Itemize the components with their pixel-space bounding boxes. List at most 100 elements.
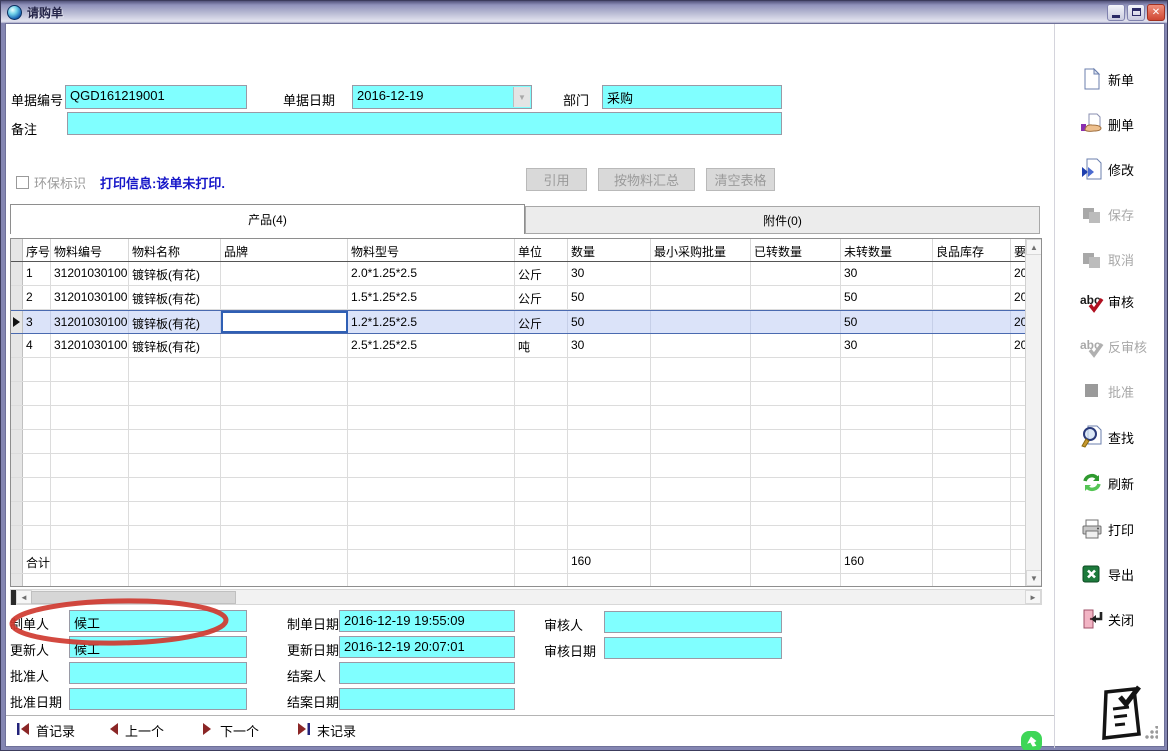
table-cell[interactable] <box>841 430 933 453</box>
table-cell[interactable] <box>651 478 751 501</box>
chevron-down-icon[interactable]: ▼ <box>513 87 530 107</box>
resize-grip[interactable] <box>1144 726 1158 740</box>
close-button[interactable]: ✕ <box>1147 4 1165 21</box>
table-cell[interactable] <box>651 358 751 381</box>
doc-date-combobox[interactable]: 2016-12-19 ▼ <box>352 85 532 109</box>
table-cell[interactable] <box>23 574 51 587</box>
sidebar-button-print[interactable]: 打印 <box>1068 516 1160 542</box>
table-cell[interactable] <box>933 430 1011 453</box>
table-cell[interactable] <box>51 574 129 587</box>
table-cell[interactable] <box>129 550 221 573</box>
row-selector[interactable] <box>11 406 23 429</box>
table-cell[interactable] <box>129 526 221 549</box>
total-qty[interactable]: 160 <box>568 550 651 573</box>
table-cell[interactable] <box>221 262 348 285</box>
table-cell[interactable] <box>515 406 568 429</box>
total-label[interactable]: 合计 <box>23 550 51 573</box>
table-cell[interactable] <box>751 311 841 333</box>
row-selector[interactable] <box>11 478 23 501</box>
table-cell[interactable] <box>751 478 841 501</box>
table-cell[interactable]: 镀锌板(有花) <box>129 311 221 333</box>
table-cell[interactable] <box>568 358 651 381</box>
table-cell[interactable] <box>221 382 348 405</box>
footer-field[interactable] <box>339 662 515 684</box>
column-header[interactable]: 物料型号 <box>348 239 515 261</box>
table-cell[interactable] <box>23 526 51 549</box>
summarize-by-material-button[interactable]: 按物料汇总 <box>598 168 695 191</box>
table-cell[interactable] <box>348 454 515 477</box>
table-cell[interactable]: 2.5*1.25*2.5 <box>348 334 515 357</box>
sidebar-button-export[interactable]: 导出 <box>1068 561 1160 587</box>
table-cell[interactable]: 31201030100 <box>51 334 129 357</box>
table-cell[interactable] <box>841 454 933 477</box>
column-header[interactable]: 最小采购批量 <box>651 239 751 261</box>
scroll-down-icon[interactable]: ▼ <box>1026 570 1042 586</box>
table-vertical-scrollbar[interactable]: ▲ ▼ <box>1025 239 1041 586</box>
table-cell[interactable]: 30 <box>568 334 651 357</box>
table-cell[interactable] <box>751 526 841 549</box>
table-cell[interactable] <box>568 502 651 525</box>
table-cell[interactable] <box>651 574 751 587</box>
table-cell[interactable] <box>933 550 1011 573</box>
table-cell[interactable] <box>23 406 51 429</box>
table-cell[interactable] <box>221 334 348 357</box>
clear-table-button[interactable]: 清空表格 <box>706 168 775 191</box>
table-cell[interactable] <box>751 430 841 453</box>
row-selector[interactable] <box>11 526 23 549</box>
table-cell[interactable]: 2.0*1.25*2.5 <box>348 262 515 285</box>
table-cell[interactable] <box>221 502 348 525</box>
table-cell[interactable]: 公斤 <box>515 311 568 333</box>
table-cell[interactable]: 3 <box>23 311 51 333</box>
table-cell[interactable]: 50 <box>568 286 651 309</box>
table-cell[interactable] <box>751 334 841 357</box>
column-header[interactable]: 物料编号 <box>51 239 129 261</box>
row-selector[interactable] <box>11 574 23 587</box>
scroll-left-icon[interactable]: ◄ <box>16 590 32 604</box>
table-cell[interactable]: 1 <box>23 262 51 285</box>
footer-field[interactable]: 候工 <box>69 610 247 632</box>
table-cell[interactable] <box>933 454 1011 477</box>
column-header[interactable]: 已转数量 <box>751 239 841 261</box>
table-row[interactable]: 331201030100镀锌板(有花)1.2*1.25*2.5公斤5050201… <box>11 310 1041 334</box>
table-cell[interactable] <box>568 430 651 453</box>
footer-field[interactable] <box>604 637 782 659</box>
table-cell[interactable] <box>933 262 1011 285</box>
table-cell[interactable] <box>751 454 841 477</box>
row-selector[interactable] <box>11 550 23 573</box>
table-cell[interactable] <box>221 406 348 429</box>
table-cell[interactable] <box>933 526 1011 549</box>
table-cell[interactable] <box>841 358 933 381</box>
row-selector[interactable] <box>11 382 23 405</box>
table-cell[interactable] <box>751 406 841 429</box>
sidebar-button-new-doc[interactable]: 新单 <box>1068 66 1160 92</box>
table-cell[interactable] <box>651 550 751 573</box>
maximize-button[interactable] <box>1127 4 1145 21</box>
row-selector[interactable] <box>11 334 23 357</box>
table-horizontal-scrollbar[interactable]: ◄ ► <box>10 589 1042 605</box>
sidebar-button-close[interactable]: 关闭 <box>1068 606 1160 632</box>
footer-field[interactable] <box>604 611 782 633</box>
table-cell[interactable] <box>348 550 515 573</box>
tab-products[interactable]: 产品(4) <box>10 204 525 234</box>
column-header[interactable]: 品牌 <box>221 239 348 261</box>
table-cell[interactable] <box>568 382 651 405</box>
table-cell[interactable] <box>651 311 751 333</box>
table-cell[interactable]: 1.5*1.25*2.5 <box>348 286 515 309</box>
table-cell[interactable] <box>23 502 51 525</box>
table-cell[interactable]: 30 <box>841 334 933 357</box>
hscroll-thumb[interactable] <box>31 591 236 604</box>
table-cell[interactable] <box>221 358 348 381</box>
table-cell[interactable]: 30 <box>568 262 651 285</box>
minimize-button[interactable] <box>1107 4 1125 21</box>
table-row[interactable] <box>11 358 1041 382</box>
footer-field[interactable] <box>69 662 247 684</box>
table-cell[interactable] <box>51 454 129 477</box>
table-row[interactable] <box>11 526 1041 550</box>
table-cell[interactable] <box>933 382 1011 405</box>
table-cell[interactable] <box>651 526 751 549</box>
table-cell[interactable]: 镀锌板(有花) <box>129 334 221 357</box>
eco-label-checkbox[interactable] <box>16 176 29 189</box>
table-cell[interactable] <box>568 574 651 587</box>
table-cell[interactable] <box>515 526 568 549</box>
table-cell[interactable] <box>651 334 751 357</box>
